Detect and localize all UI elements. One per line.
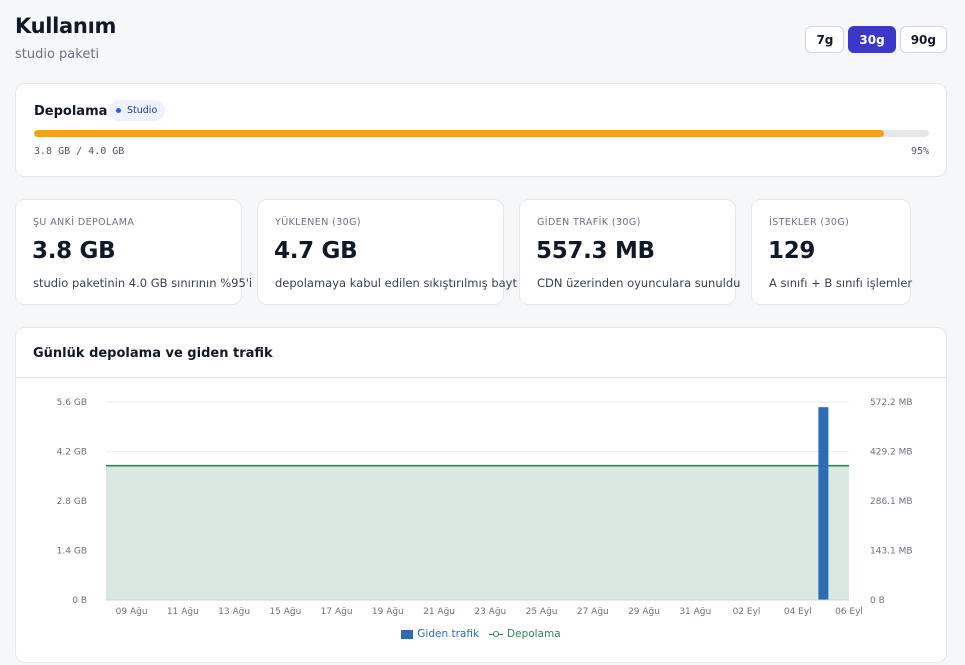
y-right-tick-label: 0 B xyxy=(870,596,885,606)
x-tick-label: 27 Ağu xyxy=(577,607,609,617)
y-left-tick-label: 5.6 GB xyxy=(57,398,87,408)
badge-dot-icon xyxy=(116,108,121,113)
stat-label: İSTEKLER (30G) xyxy=(769,217,850,228)
x-tick-label: 11 Ağu xyxy=(167,607,199,617)
chart-card: Günlük depolama ve giden trafik 0 B 1.4 G… xyxy=(15,327,947,663)
x-tick-label: 15 Ağu xyxy=(269,607,301,617)
chart-legend: Giden trafik Depolama xyxy=(16,628,946,640)
x-tick-label: 21 Ağu xyxy=(423,607,455,617)
range-selector: 7g 30g 90g xyxy=(805,26,947,53)
stat-description: CDN üzerinden oyunculara sunuldu xyxy=(537,276,741,290)
storage-area xyxy=(106,465,849,600)
storage-progress-bar xyxy=(34,130,929,137)
range-90g-button[interactable]: 90g xyxy=(899,26,947,53)
x-tick-label: 02 Eyl xyxy=(733,607,761,617)
x-tick-label: 19 Ağu xyxy=(372,607,404,617)
stat-card-egress: GİDEN TRAFİK (30G) 557.3 MB CDN üzerinde… xyxy=(519,199,740,305)
legend-label: Depolama xyxy=(507,628,561,640)
storage-percent: 95% xyxy=(910,146,929,157)
y-right-tick-label: 286.1 MB xyxy=(870,497,913,507)
stat-value: 4.7 GB xyxy=(274,238,358,264)
x-tick-label: 17 Ağu xyxy=(321,607,353,617)
stat-value: 129 xyxy=(768,238,816,264)
stat-label: ŞU ANKİ DEPOLAMA xyxy=(33,217,135,228)
stat-card-uploaded: YÜKLENEN (30G) 4.7 GB depolamaya kabul e… xyxy=(257,199,517,305)
y-right-tick-label: 572.2 MB xyxy=(870,398,913,408)
x-tick-label: 04 Eyl xyxy=(784,607,812,617)
legend-item-storage[interactable]: Depolama xyxy=(489,628,561,640)
y-left-tick-label: 2.8 GB xyxy=(57,497,87,507)
plan-badge: Studio xyxy=(109,100,166,121)
y-right-tick-label: 143.1 MB xyxy=(870,547,913,557)
storage-card: Depolama Studio 3.8 GB / 4.0 GB 95% xyxy=(15,83,947,177)
stat-value: 3.8 GB xyxy=(32,238,116,264)
legend-line-swatch-icon xyxy=(489,630,504,639)
range-30g-button[interactable]: 30g xyxy=(848,26,896,53)
x-tick-label: 25 Ağu xyxy=(526,607,558,617)
stat-description: A sınıfı + B sınıfı işlemler xyxy=(769,276,913,290)
stat-card-current-storage: ŞU ANKİ DEPOLAMA 3.8 GB studio paketinin… xyxy=(15,199,252,305)
page-title: Kullanım xyxy=(15,14,117,38)
page-subtitle: studio paketi xyxy=(15,47,100,62)
storage-amount: 3.8 GB / 4.0 GB xyxy=(34,146,125,157)
storage-title: Depolama xyxy=(34,104,108,119)
stat-card-requests: İSTEKLER (30G) 129 A sınıfı + B sınıfı i… xyxy=(751,199,913,305)
chart-title: Günlük depolama ve giden trafik xyxy=(33,346,273,361)
stat-value: 557.3 MB xyxy=(536,238,655,264)
legend-label: Giden trafik xyxy=(417,628,480,640)
usage-chart: 0 B 1.4 GB 2.8 GB 4.2 GB 5.6 GB 0 B 143.1 MB 28… xyxy=(57,398,913,617)
x-tick-label: 13 Ağu xyxy=(218,607,250,617)
legend-item-egress[interactable]: Giden trafik xyxy=(401,628,479,640)
x-tick-label: 09 Ağu xyxy=(116,607,148,617)
plan-badge-label: Studio xyxy=(127,105,158,116)
x-tick-label: 29 Ağu xyxy=(628,607,660,617)
y-left-tick-label: 0 B xyxy=(72,596,87,606)
x-tick-label: 06 Eyl xyxy=(835,607,863,617)
stat-description: depolamaya kabul edilen sıkıştırılmış ba… xyxy=(275,276,517,290)
x-tick-label: 23 Ağu xyxy=(474,607,506,617)
y-right-tick-label: 429.2 MB xyxy=(870,448,913,458)
egress-bar xyxy=(818,407,829,600)
stat-label: YÜKLENEN (30G) xyxy=(275,217,361,228)
storage-progress-fill xyxy=(34,130,885,137)
stat-description: studio paketinin 4.0 GB sınırının %95'i xyxy=(33,276,253,290)
y-left-tick-label: 1.4 GB xyxy=(57,547,87,557)
y-left-tick-label: 4.2 GB xyxy=(57,448,87,458)
range-7g-button[interactable]: 7g xyxy=(805,26,845,53)
stat-label: GİDEN TRAFİK (30G) xyxy=(537,217,641,228)
legend-bar-swatch-icon xyxy=(401,629,414,639)
x-tick-label: 31 Ağu xyxy=(679,607,711,617)
